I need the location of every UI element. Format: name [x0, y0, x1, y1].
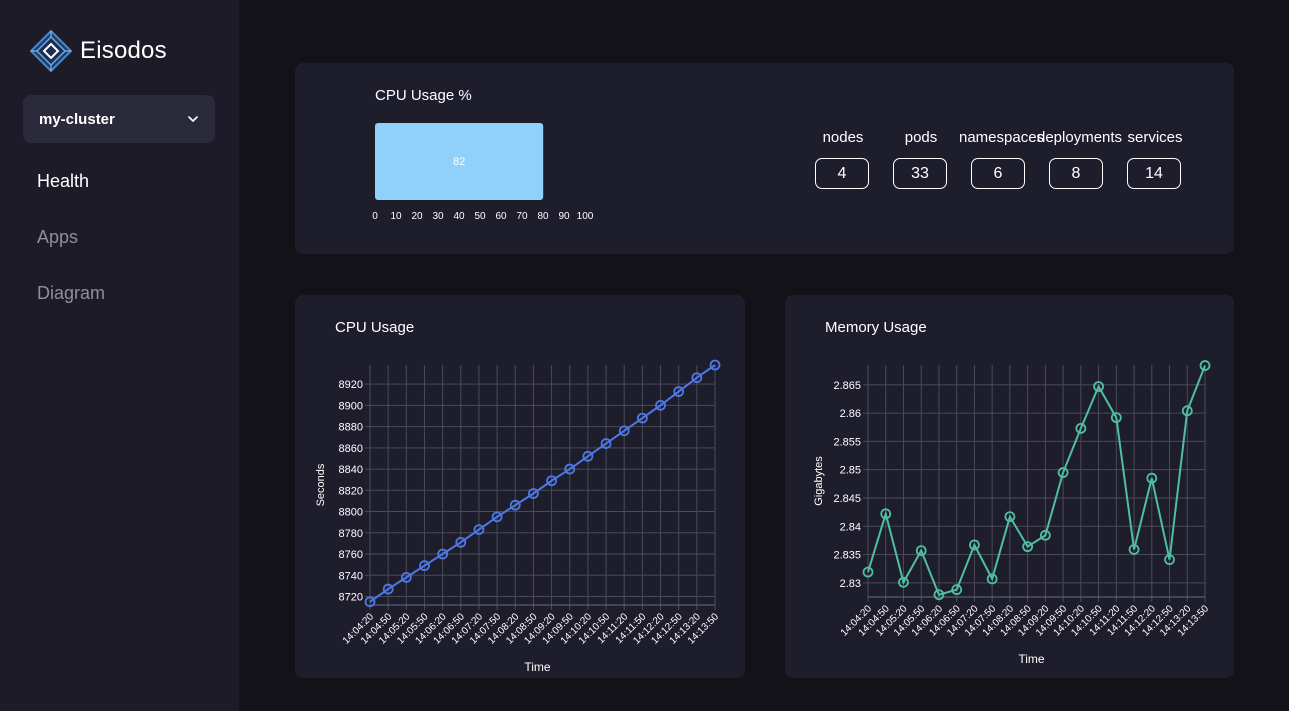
stat-value-namespaces: 6 [971, 158, 1025, 189]
cluster-select-value: my-cluster [39, 110, 115, 128]
stat-label-pods: pods [904, 129, 938, 146]
series-line [867, 365, 1206, 596]
y-tick-label: 2.83 [840, 578, 861, 590]
cpu-gauge-tick-label: 30 [432, 211, 444, 222]
y-tick-label: 8860 [339, 443, 363, 455]
series-line [369, 364, 716, 603]
y-tick-label: 8840 [339, 464, 363, 476]
y-tick-label: 2.85 [840, 465, 861, 477]
y-tick-label: 8740 [339, 570, 363, 582]
cpu-gauge-tick-label: 0 [372, 211, 378, 222]
cpu-gauge-tick-label: 60 [495, 211, 507, 222]
y-tick-label: 8800 [339, 507, 363, 519]
stat-label-namespaces: namespaces [959, 129, 1045, 146]
cluster-select[interactable]: my-cluster [23, 95, 215, 143]
cpu-gauge-chart: 82 0 10 20 30 40 50 60 70 80 90 100 [372, 123, 594, 222]
y-tick-label: 8920 [339, 379, 363, 391]
cpu-gauge-title: CPU Usage % [375, 87, 472, 104]
stat-value-services: 14 [1127, 158, 1181, 189]
memory-usage-chart: 2.832.8352.842.8452.852.8552.862.86514:0… [813, 360, 1211, 666]
chevron-down-icon [188, 116, 198, 122]
y-tick-label: 8880 [339, 422, 363, 434]
y-tick-label: 2.84 [840, 521, 861, 533]
nav-item-apps[interactable]: Apps [37, 227, 78, 248]
cpu-usage-panel: CPU Usage 8720 8740 8760 8780 8800 8820 8840 88… [295, 295, 745, 678]
cpu-gauge-tick-label: 90 [558, 211, 570, 222]
cpu-usage-chart: 8720 8740 8760 8780 8800 8820 8840 8860 8880 8900… [315, 359, 721, 674]
cpu-gauge-tick-label: 70 [516, 211, 528, 222]
y-tick-label: 8820 [339, 485, 363, 497]
nav-item-health[interactable]: Health [37, 171, 89, 192]
stat-label-services: services [1127, 129, 1183, 146]
cpu-gauge-tick-label: 50 [474, 211, 486, 222]
stat-value-pods: 33 [893, 158, 947, 189]
cpu-gauge-tick-label: 40 [453, 211, 465, 222]
cpu-gauge-tick-label: 100 [577, 211, 594, 222]
app-name: Eisodos [80, 37, 167, 64]
y-tick-label: 2.865 [833, 380, 861, 392]
y-tick-label: 2.86 [840, 408, 861, 420]
x-axis-title: Time [1018, 652, 1045, 666]
y-tick-label: 2.845 [833, 493, 861, 505]
stat-value-nodes: 4 [815, 158, 869, 189]
x-axis-title: Time [524, 660, 551, 674]
y-tick-label: 8720 [339, 592, 363, 604]
summary-panel: CPU Usage % 82 0 10 20 30 40 50 60 70 80 90 100 no… [295, 63, 1234, 254]
y-tick-label: 8760 [339, 549, 363, 561]
stat-label-deployments: deployments [1037, 129, 1123, 146]
nav-item-diagram[interactable]: Diagram [37, 283, 105, 304]
stat-label-nodes: nodes [822, 129, 864, 146]
cpu-gauge-value-label: 82 [453, 156, 465, 168]
sidebar: Eisodos my-cluster Health Apps Diagram [0, 0, 239, 711]
cpu-gauge-tick-label: 10 [390, 211, 402, 222]
y-axis-title: Gigabytes [813, 456, 825, 506]
y-tick-label: 2.855 [833, 436, 861, 448]
y-tick-label: 2.835 [833, 550, 861, 562]
y-tick-label: 8780 [339, 528, 363, 540]
eisodos-diamond-logo-icon [30, 30, 72, 72]
stat-value-deployments: 8 [1049, 158, 1103, 189]
cpu-gauge-tick-label: 80 [537, 211, 549, 222]
brand[interactable]: Eisodos [30, 30, 167, 72]
cpu-gauge-tick-label: 20 [411, 211, 423, 222]
y-axis-title: Seconds [315, 463, 327, 506]
memory-usage-panel: Memory Usage 2.83 2.835 2.84 2.845 2.85 2.855… [785, 295, 1234, 678]
y-tick-label: 8900 [339, 400, 363, 412]
